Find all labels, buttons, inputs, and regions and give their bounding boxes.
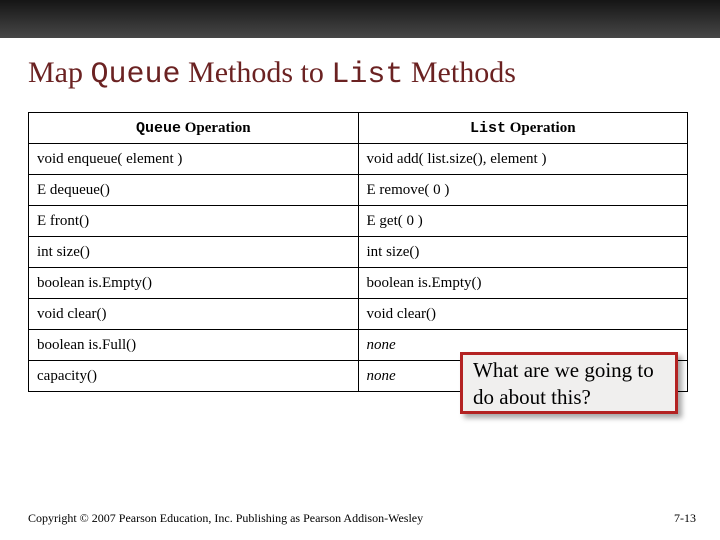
list-cell: void add( list.size(), element ) xyxy=(358,144,688,175)
table-row: E front() E get( 0 ) xyxy=(29,206,688,237)
table-row: void enqueue( element ) void add( list.s… xyxy=(29,144,688,175)
table-row: int size() int size() xyxy=(29,237,688,268)
table-header-row: Queue Operation List Operation xyxy=(29,113,688,144)
header-queue-operation: Queue Operation xyxy=(29,113,359,144)
slide-title: Map Queue Methods to List Methods xyxy=(28,56,692,92)
list-cell: E remove( 0 ) xyxy=(358,175,688,206)
queue-cell: capacity() xyxy=(29,361,359,392)
queue-cell: int size() xyxy=(29,237,359,268)
header-list-code: List xyxy=(470,120,506,137)
table-row: boolean is.Empty() boolean is.Empty() xyxy=(29,268,688,299)
list-cell: void clear() xyxy=(358,299,688,330)
header-list-operation: List Operation xyxy=(358,113,688,144)
page-number: 7-13 xyxy=(674,511,696,526)
queue-cell: void clear() xyxy=(29,299,359,330)
top-gradient-bar xyxy=(0,0,720,38)
queue-cell: E front() xyxy=(29,206,359,237)
title-part5: Methods xyxy=(403,56,516,89)
queue-cell: boolean is.Full() xyxy=(29,330,359,361)
title-part1: Map xyxy=(28,56,91,89)
header-queue-text: Operation xyxy=(181,120,251,136)
slide-content: Map Queue Methods to List Methods Queue … xyxy=(0,38,720,392)
footer: Copyright © 2007 Pearson Education, Inc.… xyxy=(28,511,696,526)
title-part3: Methods to xyxy=(181,56,332,89)
header-queue-code: Queue xyxy=(136,120,181,137)
queue-cell: void enqueue( element ) xyxy=(29,144,359,175)
title-code-list: List xyxy=(331,58,403,92)
list-cell: int size() xyxy=(358,237,688,268)
queue-cell: boolean is.Empty() xyxy=(29,268,359,299)
title-code-queue: Queue xyxy=(91,58,181,92)
mapping-table: Queue Operation List Operation void enqu… xyxy=(28,112,688,392)
list-cell: boolean is.Empty() xyxy=(358,268,688,299)
callout-box: What are we going to do about this? xyxy=(460,352,678,414)
table-row: E dequeue() E remove( 0 ) xyxy=(29,175,688,206)
table-row: void clear() void clear() xyxy=(29,299,688,330)
copyright-text: Copyright © 2007 Pearson Education, Inc.… xyxy=(28,511,423,526)
list-cell: E get( 0 ) xyxy=(358,206,688,237)
header-list-text: Operation xyxy=(506,120,576,136)
queue-cell: E dequeue() xyxy=(29,175,359,206)
